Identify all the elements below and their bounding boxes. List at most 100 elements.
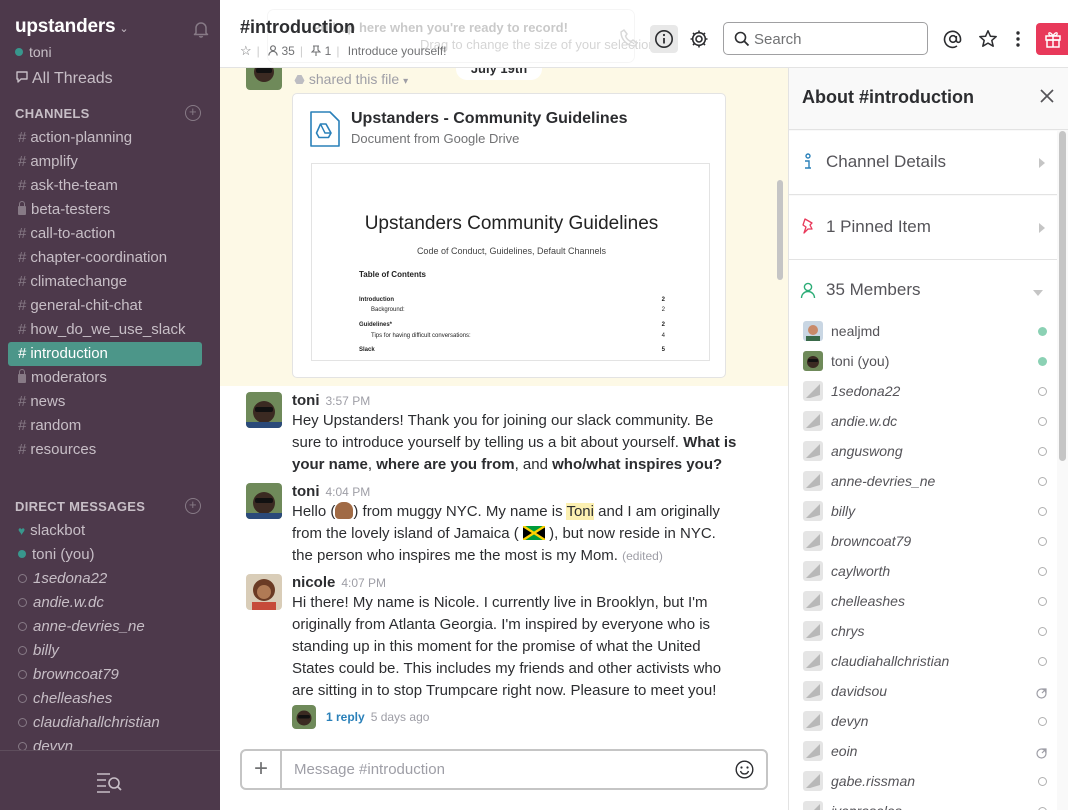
message-author[interactable]: toni 4:04 PM xyxy=(292,483,370,500)
sidebar-dm-slackbot[interactable]: ♥ slackbot xyxy=(8,519,202,543)
sidebar-channel-how_do_we_use_slack[interactable]: # how_do_we_use_slack xyxy=(8,318,202,342)
channel-info-button[interactable] xyxy=(650,25,678,53)
sidebar-dm-browncoat79[interactable]: browncoat79 xyxy=(8,663,202,687)
message-time[interactable]: 4:07 PM xyxy=(341,576,386,590)
quick-switcher-icon[interactable] xyxy=(96,771,122,793)
message-time[interactable]: 3:57 PM xyxy=(326,394,371,408)
panel-header: About #introduction xyxy=(789,68,1068,130)
member-avatar xyxy=(803,771,823,791)
sidebar-channel-climatechange[interactable]: # climatechange xyxy=(8,270,202,294)
message-input[interactable]: Message #introduction xyxy=(294,761,445,778)
message-time[interactable]: 4:04 PM xyxy=(326,485,371,499)
direct-messages-heading[interactable]: DIRECT MESSAGES + xyxy=(15,498,205,514)
sidebar-dm-claudiahallchristian[interactable]: claudiahallchristian xyxy=(8,711,202,735)
member-row[interactable]: chrys xyxy=(789,618,1057,648)
thread-reply-summary[interactable]: 1 reply 5 days ago xyxy=(292,705,429,729)
channel-label: beta-testers xyxy=(31,201,111,218)
close-icon[interactable] xyxy=(1039,88,1055,104)
presence-offline-icon xyxy=(1038,597,1047,606)
attach-plus-button[interactable]: + xyxy=(242,751,282,788)
member-row[interactable]: eoin xyxy=(789,738,1057,768)
team-name[interactable]: upstanders xyxy=(15,16,116,37)
sidebar-dm-1sedona22[interactable]: 1sedona22 xyxy=(8,567,202,591)
sidebar-dm-toni-you-[interactable]: toni (you) xyxy=(8,543,202,567)
member-row[interactable]: billy xyxy=(789,498,1057,528)
member-row[interactable]: claudiahallchristian xyxy=(789,648,1057,678)
channels-heading[interactable]: CHANNELS + xyxy=(15,105,205,121)
sidebar-channel-call-to-action[interactable]: # call-to-action xyxy=(8,222,202,246)
member-name: chrys xyxy=(831,623,865,639)
sidebar-channel-moderators[interactable]: moderators xyxy=(8,366,202,390)
sidebar-dm-chelleashes[interactable]: chelleashes xyxy=(8,687,202,711)
star-icon[interactable]: ☆ xyxy=(240,43,252,58)
channel-details-section[interactable]: Channel Details xyxy=(789,131,1057,195)
sidebar-channel-ask-the-team[interactable]: # ask-the-team xyxy=(8,174,202,198)
sidebar-channel-random[interactable]: # random xyxy=(8,414,202,438)
jamaica-flag-emoji-icon[interactable] xyxy=(522,526,545,540)
sidebar-channel-resources[interactable]: # resources xyxy=(8,438,202,462)
file-title[interactable]: Upstanders - Community Guidelines xyxy=(351,110,627,128)
sidebar-channel-news[interactable]: # news xyxy=(8,390,202,414)
sidebar-dm-andie-w-dc[interactable]: andie.w.dc xyxy=(8,591,202,615)
member-row[interactable]: browncoat79 xyxy=(789,528,1057,558)
waving-hand-emoji-icon[interactable] xyxy=(335,502,354,519)
starred-items-button[interactable] xyxy=(974,25,1002,53)
sidebar-channel-beta-testers[interactable]: beta-testers xyxy=(8,198,202,222)
sidebar-channel-introduction[interactable]: # introduction xyxy=(8,342,202,366)
message-composer[interactable]: + Message #introduction xyxy=(240,749,768,790)
member-row[interactable]: davidsou xyxy=(789,678,1057,708)
pinned-count[interactable]: 1 xyxy=(325,44,332,58)
member-row[interactable]: ivanrosales xyxy=(789,798,1057,810)
sidebar-channel-action-planning[interactable]: # action-planning xyxy=(8,126,202,150)
pinned-items-section[interactable]: 1 Pinned Item xyxy=(789,196,1057,260)
mentions-button[interactable] xyxy=(939,25,967,53)
caret-down-icon[interactable]: ▾ xyxy=(403,76,408,87)
avatar[interactable] xyxy=(246,574,282,610)
search-input[interactable]: Search xyxy=(723,22,928,55)
emoji-picker-icon[interactable] xyxy=(735,760,754,779)
member-row[interactable]: chelleashes xyxy=(789,588,1057,618)
member-row[interactable]: anguswong xyxy=(789,438,1057,468)
document-preview[interactable]: Upstanders Community Guidelines Code of … xyxy=(311,163,710,361)
members-section-header[interactable]: 35 Members xyxy=(789,260,1057,318)
shared-file-label: shared this file ▾ xyxy=(294,71,408,87)
all-threads-link[interactable]: All Threads xyxy=(15,70,113,88)
avatar[interactable] xyxy=(246,68,282,90)
member-row[interactable]: devyn xyxy=(789,708,1057,738)
member-row[interactable]: andie.w.dc xyxy=(789,408,1057,438)
bell-icon[interactable] xyxy=(192,20,210,38)
message-scrollbar[interactable] xyxy=(777,180,783,280)
file-attachment-card[interactable]: Upstanders - Community Guidelines Docume… xyxy=(292,93,726,378)
message-pane[interactable]: shared this file ▾ July 19th Upstanders … xyxy=(220,68,788,748)
channel-settings-button[interactable] xyxy=(685,25,713,53)
add-dm-icon[interactable]: + xyxy=(185,498,201,514)
member-row[interactable]: toni (you) xyxy=(789,348,1057,378)
chevron-down-icon[interactable]: ⌄ xyxy=(119,23,128,35)
sidebar-dm-anne-devries-ne[interactable]: anne-devries_ne xyxy=(8,615,202,639)
sidebar-channel-general-chit-chat[interactable]: # general-chit-chat xyxy=(8,294,202,318)
avatar[interactable] xyxy=(246,483,282,519)
sidebar-channel-chapter-coordination[interactable]: # chapter-coordination xyxy=(8,246,202,270)
panel-scrollbar[interactable] xyxy=(1059,131,1066,461)
reply-count-link[interactable]: 1 reply xyxy=(326,710,365,724)
member-row[interactable]: caylworth xyxy=(789,558,1057,588)
message-author[interactable]: nicole 4:07 PM xyxy=(292,574,386,591)
more-actions-button[interactable] xyxy=(1004,25,1032,53)
threads-icon xyxy=(16,71,28,83)
phone-icon[interactable] xyxy=(618,27,640,49)
member-count[interactable]: 35 xyxy=(281,44,294,58)
avatar[interactable] xyxy=(246,392,282,428)
team-menu[interactable]: upstanders ⌄ toni xyxy=(15,16,210,62)
add-channel-icon[interactable]: + xyxy=(185,105,201,121)
member-row[interactable]: gabe.rissman xyxy=(789,768,1057,798)
member-row[interactable]: 1sedona22 xyxy=(789,378,1057,408)
member-row[interactable]: anne-devries_ne xyxy=(789,468,1057,498)
message-author[interactable]: toni 3:57 PM xyxy=(292,392,370,409)
sidebar-channel-amplify[interactable]: # amplify xyxy=(8,150,202,174)
panel-title: About #introduction xyxy=(802,87,974,107)
whats-new-button[interactable] xyxy=(1036,23,1068,55)
info-person-icon xyxy=(805,153,811,169)
sidebar-dm-billy[interactable]: billy xyxy=(8,639,202,663)
member-row[interactable]: nealjmd xyxy=(789,318,1057,348)
at-icon xyxy=(943,30,962,49)
